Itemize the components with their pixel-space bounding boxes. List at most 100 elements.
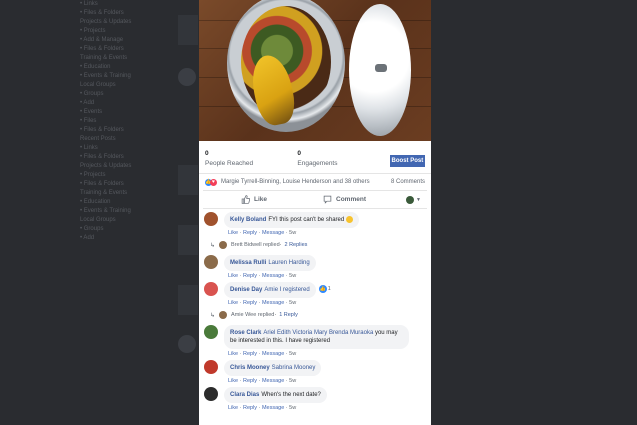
- background-avatar: [178, 68, 196, 86]
- comment-action-reply[interactable]: Reply: [243, 405, 257, 411]
- comment-action-reply[interactable]: Reply: [243, 230, 257, 236]
- background-sidebar-line: Local Groups: [80, 217, 116, 223]
- comment-author[interactable]: Clara Dias: [230, 392, 259, 398]
- reaction-count: 1: [327, 286, 331, 293]
- background-post-image: [178, 15, 198, 45]
- tagged-name[interactable]: Ariel Edith Victoria Mary Brenda Muraoka: [263, 330, 373, 336]
- background-sidebar-line: • Files & Folders: [80, 181, 124, 187]
- comment-meta: Like · Reply · Message · 5w: [228, 230, 297, 237]
- background-post-image: [178, 165, 198, 195]
- comment-action-reply[interactable]: Reply: [243, 351, 257, 357]
- background-sidebar-line: • Files & Folders: [80, 127, 124, 133]
- post-photo[interactable]: [199, 0, 431, 141]
- comments-count[interactable]: 8 Comments: [391, 179, 425, 185]
- smiley-emoji-icon: [346, 216, 354, 223]
- avatar[interactable]: [204, 325, 218, 340]
- comment-time: 5w: [289, 351, 297, 358]
- love-reaction-icon: ♥: [210, 178, 217, 186]
- background-sidebar-line: Training & Events: [80, 190, 128, 196]
- background-sidebar-line: • Files: [80, 118, 97, 124]
- avatar[interactable]: [204, 255, 218, 270]
- avatar[interactable]: [204, 387, 218, 402]
- comment-bubble: Chris Mooney Sabrina Mooney: [224, 360, 322, 377]
- comment-action-message[interactable]: Message: [262, 300, 284, 306]
- comment-action-reply[interactable]: Reply: [243, 300, 257, 306]
- background-post-image: [178, 285, 198, 315]
- replier-name[interactable]: Brett Bidwell replied: [231, 242, 280, 248]
- comment-action-like[interactable]: Like: [228, 230, 238, 236]
- replier-avatar: [219, 241, 228, 250]
- comment-action-like[interactable]: Like: [228, 273, 238, 279]
- comment-action-message[interactable]: Message: [262, 405, 284, 411]
- comment-text: FYI this post can't be shared: [268, 217, 345, 224]
- comment-thread: Chris Mooney Sabrina Mooney Like · Reply …: [204, 360, 426, 384]
- comment-thread: Melissa Rulli Lauren Harding Like · Reply…: [204, 255, 426, 279]
- post-as-selector[interactable]: ▼: [406, 195, 421, 204]
- background-sidebar-line: • Files & Folders: [80, 154, 124, 160]
- post-insights: 0 People Reached 0 Engagements Boost Pos…: [199, 141, 431, 171]
- comment-action-message[interactable]: Message: [262, 273, 284, 279]
- avatar[interactable]: [204, 360, 218, 375]
- background-sidebar-line: • Add: [80, 100, 95, 106]
- comment-time: 5w: [289, 273, 297, 280]
- like-button[interactable]: Like: [241, 195, 267, 204]
- comment-label: Comment: [336, 196, 366, 203]
- comment: Kelly Boland FYI this post can't be share…: [204, 212, 426, 236]
- comment-time: 5w: [289, 230, 297, 237]
- comment-action-like[interactable]: Like: [228, 300, 238, 306]
- comment-body: Rose Clark Ariel Edith Victoria Mary Bren…: [224, 325, 426, 357]
- replies-count[interactable]: 2 Replies: [284, 242, 307, 248]
- background-sidebar-line: Projects & Updates: [80, 19, 132, 25]
- comment-time: 5w: [289, 300, 297, 307]
- comment: Melissa Rulli Lauren Harding Like · Reply…: [204, 255, 426, 279]
- reaction-badge[interactable]: 👍 1: [318, 285, 331, 294]
- boost-post-button[interactable]: Boost Post: [389, 155, 425, 167]
- comment-button[interactable]: Comment: [323, 195, 366, 204]
- comment-action-like[interactable]: Like: [228, 378, 238, 384]
- comment-body: Clara Dias When's the next date? Like · Re…: [224, 387, 426, 411]
- comment-action-reply[interactable]: Reply: [243, 273, 257, 279]
- reactions-names[interactable]: Margie Tyrrell-Binning, Louise Henderson…: [221, 179, 370, 185]
- comment-time: 5w: [289, 405, 297, 412]
- chevron-down-icon: ▼: [416, 196, 421, 203]
- tagged-name[interactable]: Sabrina Mooney: [272, 365, 316, 371]
- background-sidebar-line: • Projects: [80, 28, 106, 34]
- comment-bubble: Denise Day Amie I registered: [224, 282, 316, 299]
- replies-count[interactable]: 1 Reply: [279, 312, 298, 318]
- replies-summary[interactable]: ↳ Amie Wee replied · 1 Reply: [210, 311, 426, 320]
- comment-bubble: Melissa Rulli Lauren Harding: [224, 255, 316, 272]
- comment-action-message[interactable]: Message: [262, 351, 284, 357]
- comment-action-message[interactable]: Message: [262, 378, 284, 384]
- replier-avatar: [219, 311, 228, 320]
- avatar[interactable]: [204, 282, 218, 297]
- comment-meta: Like · Reply · Message · 5w: [228, 351, 297, 358]
- post-modal: 0 People Reached 0 Engagements Boost Pos…: [199, 0, 431, 425]
- comment-author[interactable]: Rose Clark: [230, 330, 261, 336]
- background-sidebar-line: • Groups: [80, 226, 104, 232]
- comment-action-like[interactable]: Like: [228, 405, 238, 411]
- background-sidebar-line: • Groups: [80, 91, 104, 97]
- comment-action-like[interactable]: Like: [228, 351, 238, 357]
- comment-icon: [323, 195, 332, 204]
- comment-action-message[interactable]: Message: [262, 230, 284, 236]
- people-reached-value: 0: [205, 150, 209, 157]
- comment-author[interactable]: Denise Day: [230, 287, 262, 293]
- comment-author[interactable]: Kelly Boland: [230, 217, 266, 223]
- tagged-name[interactable]: Lauren Harding: [268, 260, 309, 266]
- comment: Rose Clark Ariel Edith Victoria Mary Bren…: [204, 325, 426, 357]
- avatar[interactable]: [204, 212, 218, 226]
- replier-name[interactable]: Amie Wee replied: [231, 312, 274, 318]
- comment: Clara Dias When's the next date? Like · Re…: [204, 387, 426, 411]
- comment-body: Denise Day Amie I registered 👍 1 Like · Rep…: [224, 282, 426, 306]
- people-reached-stat: 0 People Reached: [205, 150, 297, 171]
- background-sidebar-line: • Events & Training: [80, 73, 131, 79]
- background-sidebar-line: Local Groups: [80, 82, 116, 88]
- comment-meta: Like · Reply · Message · 5w: [228, 378, 297, 385]
- comment-author[interactable]: Melissa Rulli: [230, 260, 266, 266]
- replies-summary[interactable]: ↳ Brett Bidwell replied · 2 Replies: [210, 241, 426, 250]
- background-sidebar-line: Training & Events: [80, 55, 128, 61]
- tagged-name[interactable]: Amie I registered: [264, 287, 309, 293]
- comment-action-reply[interactable]: Reply: [243, 378, 257, 384]
- comment-author[interactable]: Chris Mooney: [230, 365, 270, 371]
- like-label: Like: [254, 196, 268, 203]
